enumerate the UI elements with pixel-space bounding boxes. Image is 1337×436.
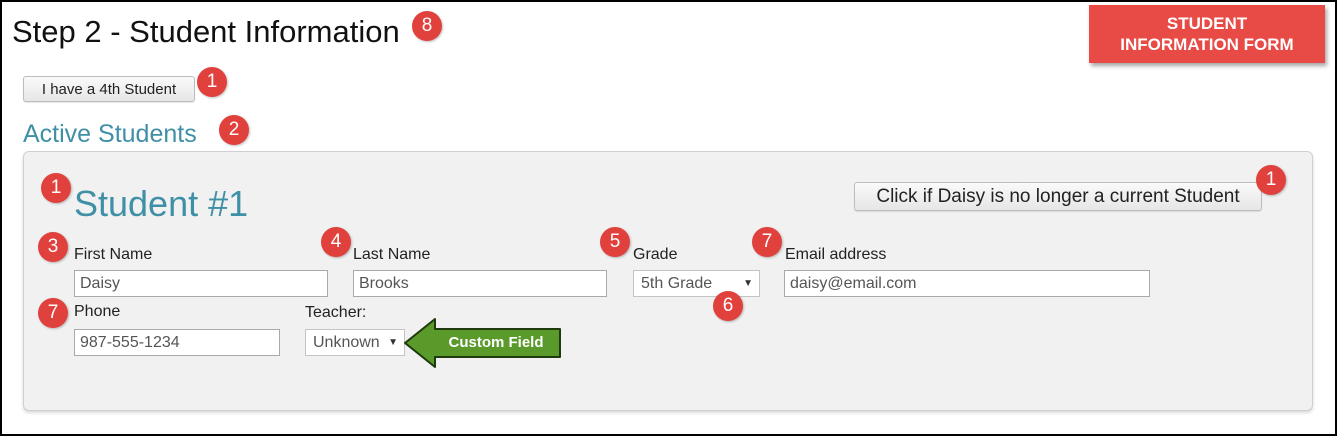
caret-down-icon: ▼ bbox=[743, 278, 753, 289]
email-label: Email address bbox=[785, 246, 887, 263]
last-name-field[interactable]: Brooks bbox=[353, 270, 607, 297]
remove-student-button[interactable]: Click if Daisy is no longer a current St… bbox=[854, 182, 1262, 211]
annotation-badge: 1 bbox=[197, 67, 227, 97]
add-student-button[interactable]: I have a 4th Student bbox=[23, 76, 195, 102]
grade-select[interactable]: 5th Grade ▼ bbox=[633, 270, 760, 297]
student-heading: Student #1 bbox=[74, 183, 249, 224]
annotation-badge: 1 bbox=[1256, 165, 1286, 195]
grade-label: Grade bbox=[633, 246, 678, 263]
annotation-badge: 8 bbox=[412, 11, 442, 41]
section-title: Active Students bbox=[23, 120, 197, 148]
annotation-badge: 3 bbox=[38, 232, 68, 262]
phone-field[interactable]: 987-555-1234 bbox=[74, 329, 280, 356]
grade-select-value: 5th Grade bbox=[641, 275, 713, 292]
annotation-badge: 1 bbox=[41, 173, 71, 203]
form-banner: STUDENT INFORMATION FORM bbox=[1089, 5, 1325, 63]
custom-field-callout: Custom Field bbox=[448, 334, 544, 351]
page-title: Step 2 - Student Information bbox=[12, 14, 400, 49]
banner-line-1: STUDENT bbox=[1166, 14, 1248, 33]
phone-label: Phone bbox=[74, 303, 121, 320]
annotation-badge: 7 bbox=[752, 227, 782, 257]
teacher-select[interactable]: Unknown ▼ bbox=[305, 329, 405, 356]
first-name-label: First Name bbox=[74, 246, 153, 263]
first-name-field[interactable]: Daisy bbox=[74, 270, 328, 297]
banner-line-2: INFORMATION FORM bbox=[1120, 35, 1294, 54]
last-name-label: Last Name bbox=[353, 246, 431, 263]
annotation-badge: 6 bbox=[713, 291, 743, 321]
annotation-badge: 7 bbox=[38, 298, 68, 328]
caret-down-icon: ▼ bbox=[388, 337, 398, 348]
annotation-badge: 2 bbox=[219, 115, 249, 145]
annotation-badge: 5 bbox=[600, 227, 630, 257]
email-field[interactable]: daisy@email.com bbox=[784, 270, 1150, 297]
annotation-badge: 4 bbox=[321, 227, 351, 257]
teacher-label: Teacher: bbox=[305, 304, 367, 321]
teacher-select-value: Unknown bbox=[313, 334, 380, 351]
